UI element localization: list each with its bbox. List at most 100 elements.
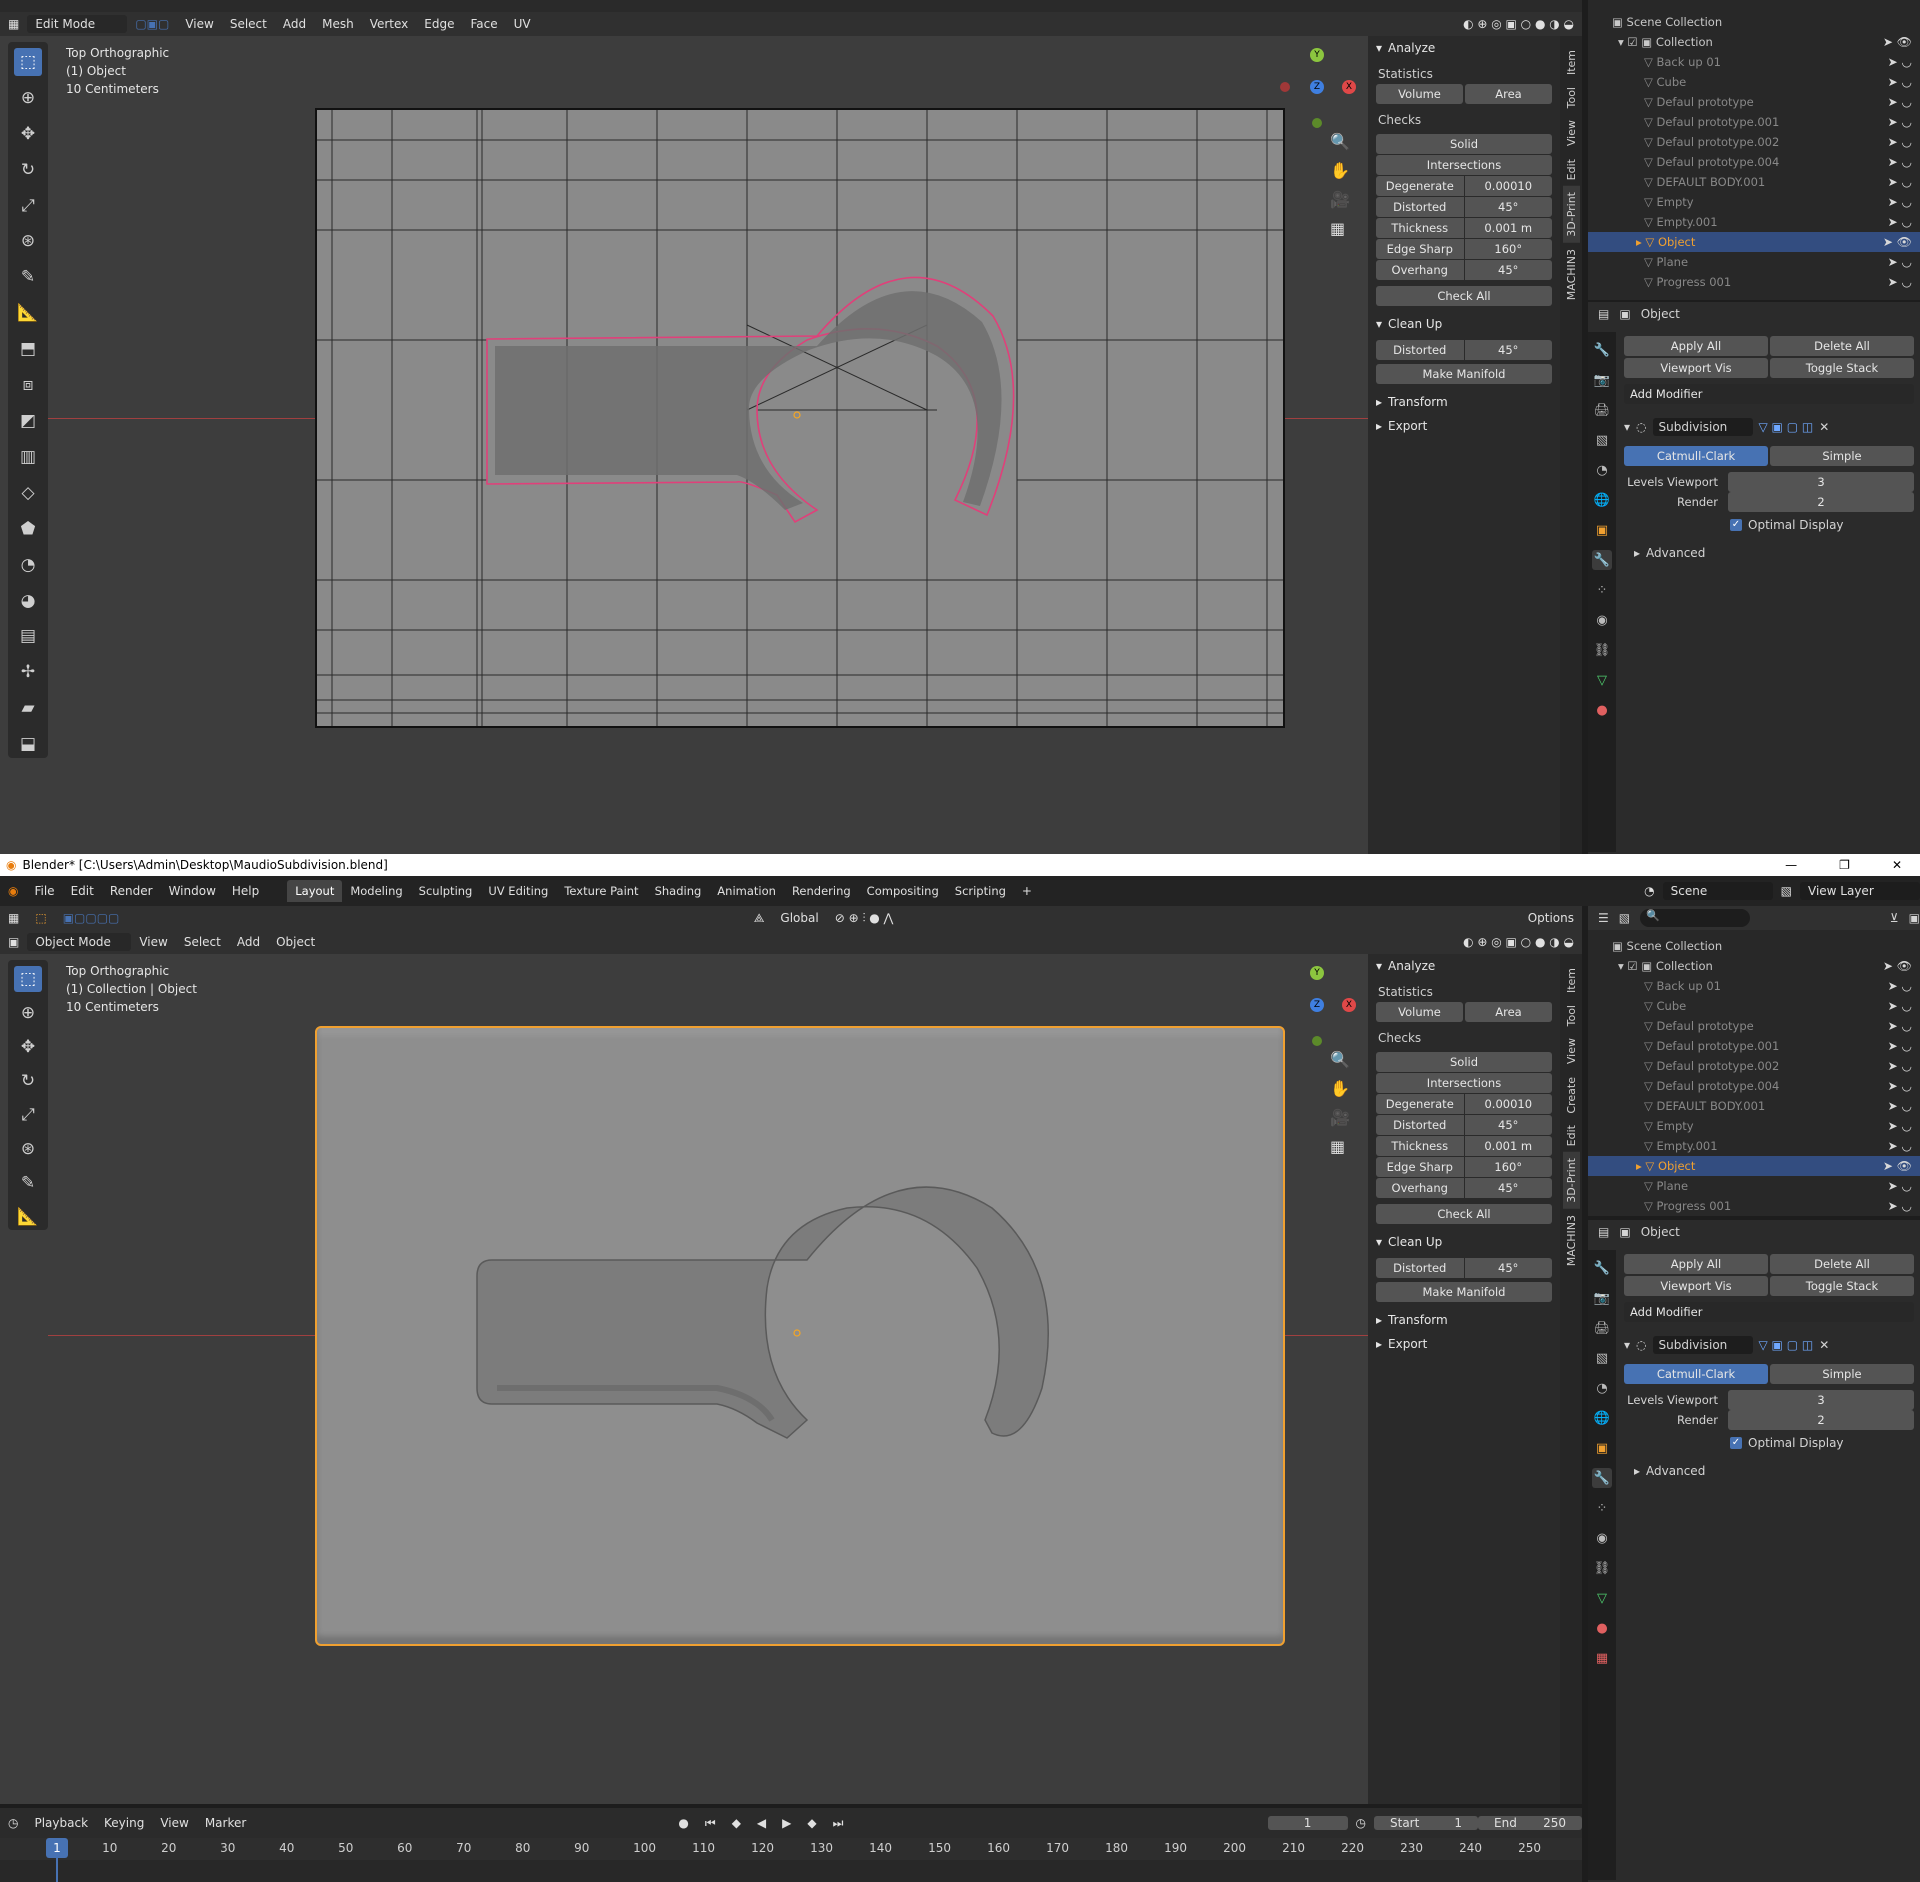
top-navigation-gizmo[interactable]: Y Z X <box>1272 44 1356 128</box>
filter-icon[interactable]: ⊻ <box>1890 911 1899 925</box>
bottom-navigation-gizmo[interactable]: Y Z X <box>1272 962 1356 1046</box>
overhang-row[interactable]: Overhang 45° <box>1368 260 1560 280</box>
optimal-display-checkbox[interactable]: ✓ <box>1730 1437 1742 1449</box>
advanced-expand-icon[interactable]: ▸ <box>1634 546 1640 560</box>
top-menu-edge[interactable]: Edge <box>416 17 462 31</box>
render-levels-field[interactable]: 2 <box>1728 1410 1914 1430</box>
catmull-clark-button[interactable]: Catmull-Clark <box>1624 1364 1768 1384</box>
workspace-tab-modeling[interactable]: Modeling <box>342 880 410 902</box>
menu-window[interactable]: Window <box>161 884 224 898</box>
modifier-tab-icon[interactable]: 🔧 <box>1592 550 1612 570</box>
modifier-close-icon[interactable]: ✕ <box>1819 420 1829 434</box>
tab-tool[interactable]: Tool <box>1563 81 1580 114</box>
solid-button[interactable]: Solid <box>1376 134 1552 154</box>
overhang-row[interactable]: Overhang 45° <box>1368 1178 1560 1198</box>
outliner-scene-collection[interactable]: ▣ Scene Collection <box>1588 936 1920 956</box>
top-menu-add[interactable]: Add <box>275 17 314 31</box>
bottom-object-mode-icon[interactable]: ▣ <box>0 935 27 949</box>
timeline-area[interactable]: 10 20 30 40 50 60 70 80 90 100 110 120 130 140 150 160 1… <box>0 1838 1582 1882</box>
start-frame-field[interactable]: Start 1 <box>1374 1816 1478 1830</box>
top-viewport[interactable]: ⬚ ⊕ ✥ ↻ ⤢ ⊛ ✎ 📐 ⬒ ⧈ ◩ ▥ ◇ ⬟ ◔ ◕ ▤ ✢ ▰ ⬓ … <box>0 36 1368 854</box>
playhead[interactable]: 1 <box>46 1838 68 1858</box>
world-tab-icon[interactable]: 🌐 <box>1592 490 1612 510</box>
modifier-close-icon[interactable]: ✕ <box>1819 1338 1829 1352</box>
bottom-mode-select[interactable]: Object Mode <box>27 933 132 951</box>
workspace-tab-texture-paint[interactable]: Texture Paint <box>556 880 646 902</box>
spin-icon[interactable]: ◔ <box>14 551 42 579</box>
outliner-item-selected[interactable]: ▸ ▽ Object ➤ 👁 <box>1588 1156 1920 1176</box>
outliner-item[interactable]: ▽ Progress 001 ➤ ◡ <box>1588 272 1920 292</box>
timeline-menu-view[interactable]: View <box>152 1816 196 1830</box>
outliner-collection[interactable]: ▾ ☑ ▣ Collection ➤ 👁 <box>1588 956 1920 976</box>
move-icon[interactable]: ✥ <box>14 1034 42 1060</box>
zoom-icon[interactable]: 🔍 <box>1330 132 1350 151</box>
workspace-tab-scripting[interactable]: Scripting <box>947 880 1014 902</box>
workspace-tab-uv-editing[interactable]: UV Editing <box>480 880 556 902</box>
subdivided-object[interactable] <box>315 1026 1285 1646</box>
edge-sharp-row[interactable]: Edge Sharp 160° <box>1368 239 1560 259</box>
scale-icon[interactable]: ⤢ <box>14 192 42 220</box>
volume-button[interactable]: Volume <box>1376 1002 1463 1022</box>
end-frame-field[interactable]: End 250 <box>1478 1816 1582 1830</box>
outliner-item[interactable]: ▽ Back up 01 ➤ ◡ <box>1588 52 1920 72</box>
degenerate-row[interactable]: Degenerate 0.00010 <box>1368 1094 1560 1114</box>
measure-icon[interactable]: 📐 <box>14 299 42 327</box>
material-tab-icon[interactable]: ● <box>1592 700 1612 720</box>
outliner-item[interactable]: ▽ DEFAULT BODY.001 ➤ ◡ <box>1588 1096 1920 1116</box>
outliner-item[interactable]: ▽ Cube ➤ ◡ <box>1588 996 1920 1016</box>
top-menu-view[interactable]: View <box>177 17 221 31</box>
outliner-item[interactable]: ▽ Progress 001 ➤ ◡ <box>1588 1196 1920 1216</box>
toggle-stack-button[interactable]: Toggle Stack <box>1770 358 1914 378</box>
apply-all-button[interactable]: Apply All <box>1624 336 1768 356</box>
top-menu-uv[interactable]: UV <box>506 17 539 31</box>
cursor-icon[interactable]: ⊕ <box>14 84 42 112</box>
select-box-icon[interactable]: ⬚ <box>14 48 42 76</box>
workspace-tab-sculpting[interactable]: Sculpting <box>411 880 481 902</box>
viewport-vis-button[interactable]: Viewport Vis <box>1624 358 1768 378</box>
render-tab-icon[interactable]: 📷 <box>1592 1288 1612 1308</box>
annotate-icon[interactable]: ✎ <box>14 1170 42 1196</box>
analyze-header[interactable]: ▾ Analyze <box>1368 36 1560 60</box>
neg-y-axis-icon[interactable] <box>1312 118 1322 128</box>
close-icon[interactable]: ✕ <box>1874 858 1920 872</box>
top-menu-vertex[interactable]: Vertex <box>362 17 417 31</box>
modifier-name-field[interactable]: Subdivision <box>1652 418 1753 436</box>
data-tab-icon[interactable]: ▽ <box>1592 670 1612 690</box>
new-collection-icon[interactable]: ▣ <box>1909 911 1920 925</box>
analyze-header[interactable]: ▾ Analyze <box>1368 954 1560 978</box>
outliner-item[interactable]: ▽ Defaul prototype.001 ➤ ◡ <box>1588 112 1920 132</box>
timeline-menu-keying[interactable]: Keying <box>96 1816 152 1830</box>
z-axis-icon[interactable]: Z <box>1310 80 1324 94</box>
distorted-row[interactable]: Distorted 45° <box>1368 197 1560 217</box>
top-viewport-shading-icons[interactable]: ◐ ⊕ ◎ ▣ ○ ● ◑ ◒ <box>1455 17 1582 31</box>
poly-build-icon[interactable]: ⬟ <box>14 515 42 543</box>
bottom-menu-object[interactable]: Object <box>268 935 323 949</box>
top-menu-select[interactable]: Select <box>222 17 275 31</box>
outliner-collection[interactable]: ▾ ☑ ▣ Collection ➤ 👁 <box>1588 32 1920 52</box>
tab-edit[interactable]: Edit <box>1563 1119 1580 1152</box>
play-reverse-icon[interactable]: ◀ <box>749 1816 774 1830</box>
outliner-item[interactable]: ▽ Defaul prototype ➤ ◡ <box>1588 92 1920 112</box>
modifier-tab-icon[interactable]: 🔧 <box>1592 1468 1612 1488</box>
rip-region-icon[interactable]: ⬓ <box>14 730 42 758</box>
bottom-editor-type-icon[interactable]: ▦ <box>0 911 27 925</box>
apply-all-button[interactable]: Apply All <box>1624 1254 1768 1274</box>
outliner-item[interactable]: ▽ Empty ➤ ◡ <box>1588 1116 1920 1136</box>
physics-tab-icon[interactable]: ◉ <box>1592 1528 1612 1548</box>
texture-tab-icon[interactable]: ▦ <box>1592 1648 1612 1668</box>
add-modifier-dropdown[interactable]: Add Modifier <box>1624 384 1914 404</box>
smooth-icon[interactable]: ◕ <box>14 587 42 615</box>
advanced-expand-icon[interactable]: ▸ <box>1634 1464 1640 1478</box>
delete-all-button[interactable]: Delete All <box>1770 336 1914 356</box>
physics-tab-icon[interactable]: ◉ <box>1592 610 1612 630</box>
outliner-item[interactable]: ▽ Defaul prototype.002 ➤ ◡ <box>1588 132 1920 152</box>
tab-machin3[interactable]: MACHIN3 <box>1563 1209 1580 1272</box>
viewport-vis-button[interactable]: Viewport Vis <box>1624 1276 1768 1296</box>
scene-tab-icon[interactable]: ◔ <box>1592 460 1612 480</box>
outliner-item[interactable]: ▽ Defaul prototype.004 ➤ ◡ <box>1588 152 1920 172</box>
top-menu-mesh[interactable]: Mesh <box>314 17 362 31</box>
menu-help[interactable]: Help <box>224 884 267 898</box>
timeline-menu-marker[interactable]: Marker <box>197 1816 254 1830</box>
display-mode-icon[interactable]: ▧ <box>1619 911 1630 925</box>
bottom-select-tool-icon[interactable]: ⬚ <box>27 911 54 925</box>
